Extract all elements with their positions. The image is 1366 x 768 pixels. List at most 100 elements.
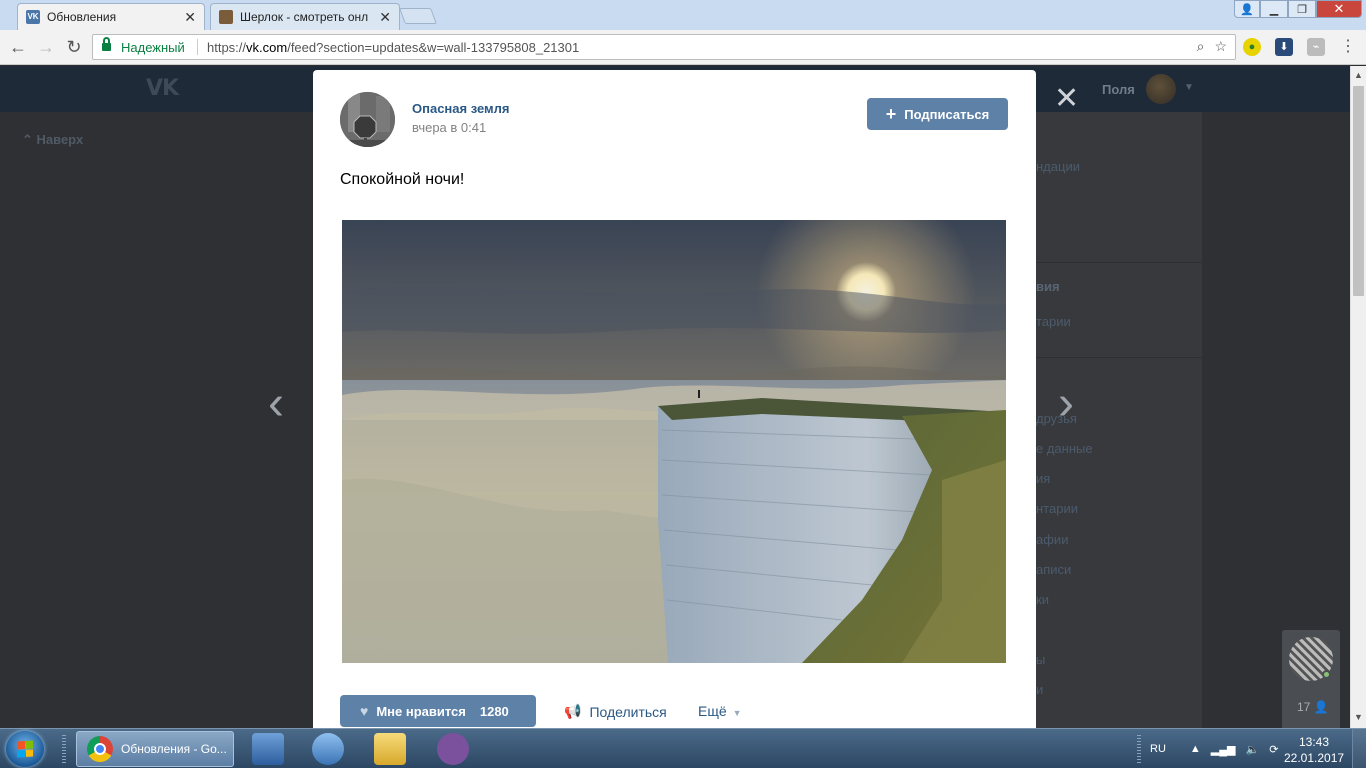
avatar[interactable] <box>1146 74 1176 104</box>
viber-icon[interactable] <box>437 733 469 765</box>
more-label: Ещё <box>698 703 727 719</box>
more-button[interactable]: Ещё ▼ <box>698 703 742 719</box>
post-photo[interactable] <box>342 182 1006 663</box>
close-window-button[interactable]: ✕ <box>1316 0 1362 18</box>
divider <box>1036 357 1202 358</box>
zoom-icon[interactable]: ⌕ <box>1197 38 1205 55</box>
tab-title: Обновления <box>47 10 117 24</box>
pdf-icon[interactable]: ⌁ <box>1307 38 1325 56</box>
chrome-icon <box>87 736 113 762</box>
post-time[interactable]: вчера в 0:41 <box>412 120 486 135</box>
group-name[interactable]: Опасная земля <box>412 101 510 116</box>
close-tab-icon[interactable]: ✕ <box>184 9 196 26</box>
taskbar-grip <box>62 735 66 763</box>
close-icon[interactable]: ✕ <box>1054 84 1079 114</box>
scroll-thumb[interactable] <box>1353 86 1364 296</box>
chevron-left-icon[interactable]: ‹ <box>268 380 284 428</box>
menu-item[interactable]: тарии <box>1036 307 1202 337</box>
menu-item[interactable]: и <box>1036 675 1202 705</box>
post-modal: Опасная земля вчера в 0:41 + Подписаться… <box>313 70 1036 728</box>
tab-sherlock[interactable]: Шерлок - смотреть онл ✕ <box>210 3 400 30</box>
close-tab-icon[interactable]: ✕ <box>379 9 391 26</box>
page-scrollbar[interactable]: ▲ ▼ <box>1350 66 1366 728</box>
user-name[interactable]: Поля <box>1102 82 1135 97</box>
like-label: Мне нравится <box>376 703 466 719</box>
divider <box>1036 262 1202 263</box>
url-text: https://vk.com/feed?section=updates&w=wa… <box>207 40 580 55</box>
taskbar: Обновления - Go... RU ▲ ▂▄▆ 🔈 ⟳ 13:43 22… <box>0 728 1366 768</box>
address-bar[interactable]: Надежный https://vk.com/feed?section=upd… <box>92 34 1236 60</box>
vk-icon: VK <box>26 10 40 24</box>
subscribe-button[interactable]: + Подписаться <box>867 98 1008 130</box>
bookmark-star-icon[interactable]: ☆ <box>1214 38 1227 55</box>
person-icon: 👤 <box>1313 700 1329 714</box>
chevron-down-icon: ▼ <box>732 708 742 718</box>
restore-button[interactable]: ❐ <box>1288 0 1316 18</box>
windows-logo-icon <box>17 740 33 758</box>
share-button[interactable]: 📢 Поделиться <box>564 703 667 720</box>
post-text: Спокойной ночи! <box>340 171 465 188</box>
clock-time: 13:43 <box>1298 735 1330 749</box>
show-desktop-button[interactable] <box>1352 729 1366 768</box>
like-button[interactable]: ♥ Мне нравится 1280 <box>340 695 536 727</box>
menu-item[interactable]: афии <box>1036 525 1202 555</box>
browser-toolbar: ← → ↻ Надежный https://vk.com/feed?secti… <box>0 30 1366 65</box>
tab-updates[interactable]: VK Обновления ✕ <box>17 3 205 30</box>
subscribe-label: Подписаться <box>904 106 990 122</box>
scroll-up-icon[interactable]: ▲ <box>1354 70 1363 80</box>
download-icon[interactable]: ⬇ <box>1275 38 1293 56</box>
scroll-top-link[interactable]: ⌃ Наверх <box>22 132 83 148</box>
menu-item[interactable]: ндации <box>1036 152 1202 182</box>
network-computer-icon[interactable] <box>252 733 284 765</box>
sync-icon[interactable]: ⟳ <box>1269 743 1278 756</box>
heart-icon: ♥ <box>360 703 369 719</box>
folder-icon[interactable] <box>374 733 406 765</box>
window-title: Обновления - Go... <box>121 742 227 756</box>
menu-item[interactable]: нтарии <box>1036 494 1202 524</box>
taskbar-chrome-window[interactable]: Обновления - Go... <box>76 731 234 767</box>
menu-item[interactable]: вия <box>1036 272 1202 302</box>
browser-titlebar: VK Обновления ✕ Шерлок - смотреть онл ✕ … <box>0 0 1366 30</box>
start-button[interactable] <box>6 731 44 767</box>
online-indicator <box>1322 670 1331 679</box>
group-avatar[interactable] <box>340 92 395 147</box>
system-tray: RU ▲ ▂▄▆ 🔈 ⟳ <box>1150 729 1278 768</box>
megaphone-icon: 📢 <box>564 703 582 719</box>
menu-icon[interactable]: ⋮ <box>1338 37 1358 57</box>
speaker-app-icon[interactable] <box>312 733 344 765</box>
clock-date: 22.01.2017 <box>1284 751 1345 765</box>
share-label: Поделиться <box>589 703 667 720</box>
minimize-button[interactable]: ▁ <box>1260 0 1288 18</box>
scroll-down-icon[interactable]: ▼ <box>1354 712 1363 722</box>
signal-icon[interactable]: ▂▄▆ <box>1211 743 1236 756</box>
new-tab-button[interactable] <box>399 8 437 24</box>
vk-logo[interactable]: VK <box>146 76 179 101</box>
online-friends-widget[interactable]: 17 👤 <box>1282 630 1340 728</box>
tab-title: Шерлок - смотреть онл <box>240 10 369 24</box>
language-indicator[interactable]: RU <box>1150 743 1166 755</box>
menu-item[interactable]: ки <box>1036 585 1202 615</box>
forward-arrow-icon[interactable]: → <box>36 37 56 57</box>
taskbar-grip <box>1137 735 1141 763</box>
volume-icon[interactable]: 🔈 <box>1246 743 1260 756</box>
tray-expand-icon[interactable]: ▲ <box>1190 743 1201 755</box>
reload-icon[interactable]: ↻ <box>64 37 84 57</box>
online-count: 17 👤 <box>1297 700 1329 714</box>
menu-item[interactable]: ы <box>1036 645 1202 675</box>
window-controls: 👤 ▁ ❐ ✕ <box>1234 0 1362 18</box>
back-arrow-icon[interactable]: ← <box>8 37 28 57</box>
lock-icon <box>102 37 111 52</box>
divider <box>197 39 198 55</box>
like-count: 1280 <box>479 703 509 719</box>
menu-item[interactable]: е данные <box>1036 434 1202 464</box>
menu-item[interactable]: ия <box>1036 464 1202 494</box>
chevron-down-icon[interactable]: ▼ <box>1184 82 1194 93</box>
film-icon <box>219 10 233 24</box>
menu-item[interactable]: аписи <box>1036 555 1202 585</box>
extension-icon[interactable]: ● <box>1243 38 1261 56</box>
clock[interactable]: 13:43 22.01.2017 <box>1284 734 1344 766</box>
plus-icon: + <box>885 104 897 124</box>
profile-icon[interactable]: 👤 <box>1234 0 1260 18</box>
chevron-right-icon[interactable]: › <box>1058 380 1074 428</box>
secure-label: Надежный <box>121 40 185 55</box>
